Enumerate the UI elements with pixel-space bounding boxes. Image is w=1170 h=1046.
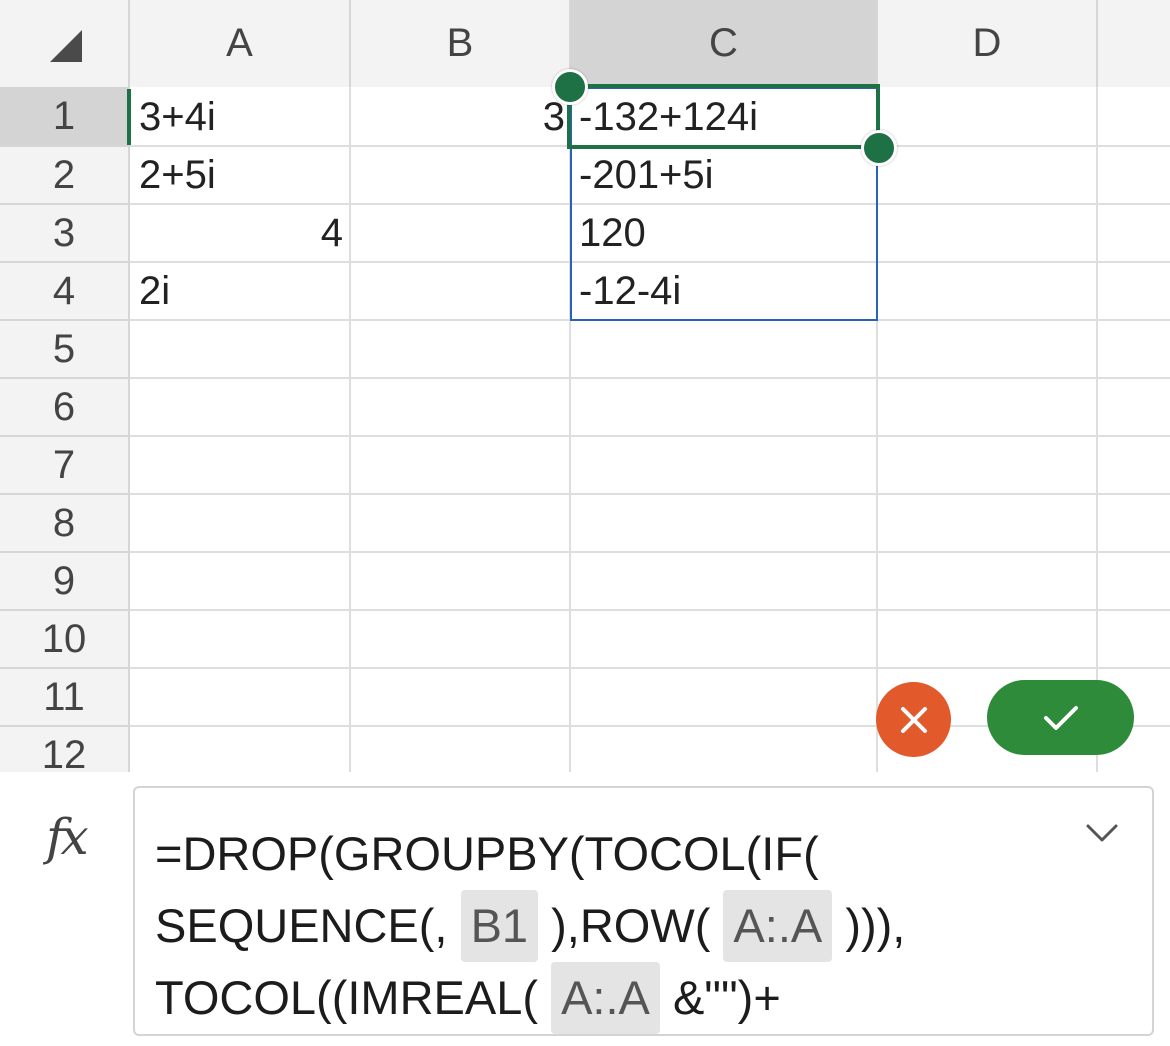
grid-line <box>130 667 1170 669</box>
confirm-button[interactable] <box>987 680 1134 755</box>
grid-line <box>130 493 1170 495</box>
row-header-11[interactable]: 11 <box>0 669 130 727</box>
row-header-2[interactable]: 2 <box>0 147 130 205</box>
grid-line <box>130 551 1170 553</box>
cancel-button[interactable] <box>876 682 951 757</box>
cell-a3[interactable]: 4 <box>130 205 349 261</box>
column-header-c[interactable]: C <box>571 0 878 87</box>
grid-line <box>876 87 878 772</box>
grid-line <box>130 609 1170 611</box>
cell-c1[interactable]: -132+124i <box>571 89 876 145</box>
row-header-6[interactable]: 6 <box>0 379 130 437</box>
select-all-icon <box>50 30 82 62</box>
grid-line <box>130 435 1170 437</box>
chevron-down-icon[interactable] <box>1085 823 1119 843</box>
cell-c3[interactable]: 120 <box>571 205 876 261</box>
grid-line <box>349 87 351 772</box>
formula-text: TOCOL((IMREAL( <box>155 971 538 1024</box>
close-icon <box>900 706 927 733</box>
selection-handle-bottom-right[interactable] <box>861 130 897 166</box>
formula-reference-a-column[interactable]: A:.A <box>551 962 660 1034</box>
selection-handle-top-left[interactable] <box>552 69 588 105</box>
row-header-10[interactable]: 10 <box>0 611 130 669</box>
formula-text: &"")+ <box>672 971 781 1024</box>
row-header-8[interactable]: 8 <box>0 495 130 553</box>
formula-line-3: TOCOL((IMREAL( A:.A &"")+ <box>155 962 781 1034</box>
formula-input[interactable]: =DROP(GROUPBY(TOCOL(IF( SEQUENCE(, B1 ),… <box>133 786 1154 1036</box>
select-all-corner[interactable] <box>0 0 130 87</box>
column-header-e[interactable] <box>1098 0 1170 87</box>
formula-text: =DROP(GROUPBY(TOCOL(IF( <box>155 827 819 880</box>
cell-b1[interactable]: 3 <box>351 89 569 145</box>
function-icon[interactable]: fx <box>46 808 89 866</box>
cell-a1[interactable]: 3+4i <box>130 89 349 145</box>
row-header-3[interactable]: 3 <box>0 205 130 263</box>
grid-line <box>130 377 1170 379</box>
formula-line-1: =DROP(GROUPBY(TOCOL(IF( <box>155 818 819 890</box>
checkmark-icon <box>1043 705 1078 730</box>
cell-a4[interactable]: 2i <box>130 263 349 319</box>
cell-c4[interactable]: -12-4i <box>571 263 876 319</box>
column-header-d[interactable]: D <box>878 0 1098 87</box>
cell-c2[interactable]: -201+5i <box>571 147 876 203</box>
grid-line <box>1096 87 1098 772</box>
grid-line <box>130 319 1170 321</box>
formula-line-2: SEQUENCE(, B1 ),ROW( A:.A ))), <box>155 890 905 962</box>
column-header-b[interactable]: B <box>351 0 571 87</box>
row-header-5[interactable]: 5 <box>0 321 130 379</box>
formula-text: ),ROW( <box>551 899 711 952</box>
row-header-7[interactable]: 7 <box>0 437 130 495</box>
formula-reference-a-column[interactable]: A:.A <box>723 890 833 962</box>
formula-text: SEQUENCE(, <box>155 899 448 952</box>
cell-a2[interactable]: 2+5i <box>130 147 349 203</box>
formula-text: ))), <box>845 899 906 952</box>
active-row-indicator <box>127 89 131 145</box>
row-header-4[interactable]: 4 <box>0 263 130 321</box>
row-header-1[interactable]: 1 <box>0 87 130 147</box>
column-header-a[interactable]: A <box>130 0 351 87</box>
row-header-12[interactable]: 12 <box>0 727 130 772</box>
row-header-9[interactable]: 9 <box>0 553 130 611</box>
formula-bar: fx =DROP(GROUPBY(TOCOL(IF( SEQUENCE(, B1… <box>0 772 1170 1046</box>
spreadsheet-grid: A B C D 1 2 3 4 5 6 7 8 9 10 11 12 3+4i … <box>0 0 1170 772</box>
formula-reference-b1[interactable]: B1 <box>460 890 539 962</box>
